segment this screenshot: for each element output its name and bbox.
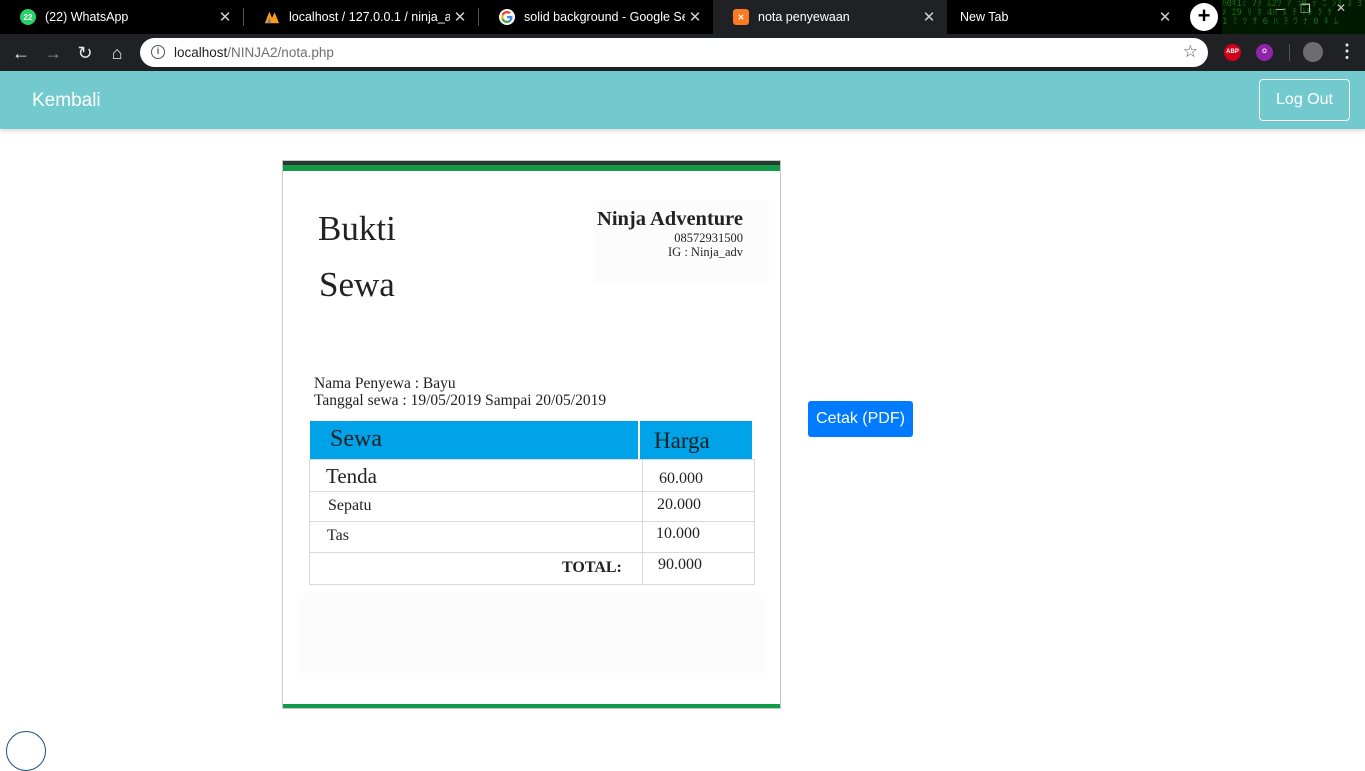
new-tab-button[interactable]: +: [1190, 3, 1218, 31]
rental-date: Tanggal sewa : 19/05/2019 Sampai 20/05/2…: [314, 392, 607, 409]
logout-button[interactable]: Log Out: [1259, 79, 1350, 121]
tab-title: localhost / 127.0.0.1 / ninja_adv: [289, 10, 450, 24]
receipt-title-line1: Bukti: [318, 209, 396, 248]
phpmyadmin-icon: [264, 9, 280, 25]
adblock-icon[interactable]: ABP: [1224, 44, 1241, 61]
tab-nota-penyewaan[interactable]: ✕ nota penyewaan ✕: [713, 0, 947, 34]
toolbar-divider: [1289, 44, 1290, 61]
header-sewa: Sewa: [330, 426, 382, 452]
tab-new-tab[interactable]: New Tab ✕: [947, 0, 1183, 34]
back-link[interactable]: Kembali: [32, 90, 101, 112]
xampp-icon: ✕: [733, 9, 749, 25]
page-navbar: Kembali Log Out: [0, 71, 1365, 129]
tab-google-search[interactable]: solid background - Google Sear ✕: [479, 0, 713, 34]
info-icon[interactable]: i: [151, 45, 165, 59]
reload-icon[interactable]: ↻: [73, 41, 97, 65]
window-close-icon[interactable]: ✕: [1336, 1, 1346, 15]
google-icon: [499, 9, 515, 25]
tab-title: New Tab: [960, 10, 1009, 24]
table-column-divider: [642, 460, 643, 584]
receipt-document: Bukti Sewa Ninja Adventure 08572931500 I…: [282, 160, 781, 709]
total-value: 90.000: [658, 556, 702, 573]
receipt-title: Bukti Sewa: [318, 201, 396, 313]
table-row-divider: [310, 521, 754, 522]
url-text: localhost/NINJA2/nota.php: [174, 45, 334, 60]
table-header-item: Sewa: [310, 421, 638, 459]
profile-avatar-icon[interactable]: [1303, 42, 1323, 62]
table-row-divider: [310, 552, 754, 553]
company-instagram: IG : Ninja_adv: [668, 245, 743, 259]
floating-circle: [6, 731, 46, 771]
address-bar[interactable]: i localhost/NINJA2/nota.php ☆: [140, 38, 1208, 67]
row-price: 10.000: [656, 525, 700, 542]
extension-icon[interactable]: O: [1256, 44, 1273, 61]
forward-icon[interactable]: →: [41, 41, 65, 65]
tab-title: nota penyewaan: [758, 10, 850, 24]
header-harga: Harga: [654, 428, 710, 453]
row-price: 60.000: [659, 470, 703, 487]
tab-phpmyadmin[interactable]: localhost / 127.0.0.1 / ninja_adv ✕: [244, 0, 478, 34]
tab-title: solid background - Google Sear: [524, 10, 685, 24]
url-host: localhost: [174, 45, 228, 60]
row-item: Sepatu: [328, 497, 372, 514]
tab-whatsapp[interactable]: 22 (22) WhatsApp ✕: [0, 0, 243, 34]
home-icon[interactable]: ⌂: [105, 41, 129, 65]
minimize-icon[interactable]: ─: [1276, 2, 1285, 16]
close-icon[interactable]: ✕: [1155, 8, 1175, 26]
menu-kebab-icon[interactable]: ⋮: [1338, 41, 1356, 62]
receipt-bottom-bar: [283, 704, 780, 708]
tab-title: (22) WhatsApp: [45, 10, 129, 24]
receipt-footer-area: [297, 593, 767, 673]
company-phone: 08572931500: [674, 231, 743, 245]
close-icon[interactable]: ✕: [450, 8, 470, 26]
url-path: /NINJA2/nota.php: [227, 45, 334, 60]
row-price: 20.000: [657, 496, 701, 513]
back-icon[interactable]: ←: [9, 41, 33, 65]
print-pdf-button[interactable]: Cetak (PDF): [808, 401, 913, 437]
renter-name: Nama Penyewa : Bayu: [314, 375, 456, 392]
receipt-table: Tenda 60.000 Sepatu 20.000 Tas 10.000 TO…: [309, 459, 755, 585]
row-item: Tenda: [326, 464, 378, 488]
close-icon[interactable]: ✕: [685, 8, 705, 26]
browser-tab-bar: 22 (22) WhatsApp ✕ localhost / 127.0.0.1…: [0, 0, 1365, 34]
close-icon[interactable]: ✕: [919, 8, 939, 26]
table-row-divider: [310, 491, 754, 492]
table-header-price: Harga: [640, 421, 752, 459]
whatsapp-icon: 22: [20, 9, 36, 25]
browser-toolbar: ← → ↻ ⌂ i localhost/NINJA2/nota.php ☆ AB…: [0, 34, 1365, 71]
total-label: TOTAL:: [562, 559, 622, 576]
restore-icon[interactable]: ❐: [1300, 2, 1311, 16]
receipt-accent-bar: [283, 165, 780, 171]
close-icon[interactable]: ✕: [215, 8, 235, 26]
receipt-title-line2: Sewa: [318, 265, 395, 304]
row-item: Tas: [327, 527, 349, 544]
bookmark-star-icon[interactable]: ☆: [1183, 42, 1198, 62]
company-name: Ninja Adventure: [597, 208, 743, 230]
